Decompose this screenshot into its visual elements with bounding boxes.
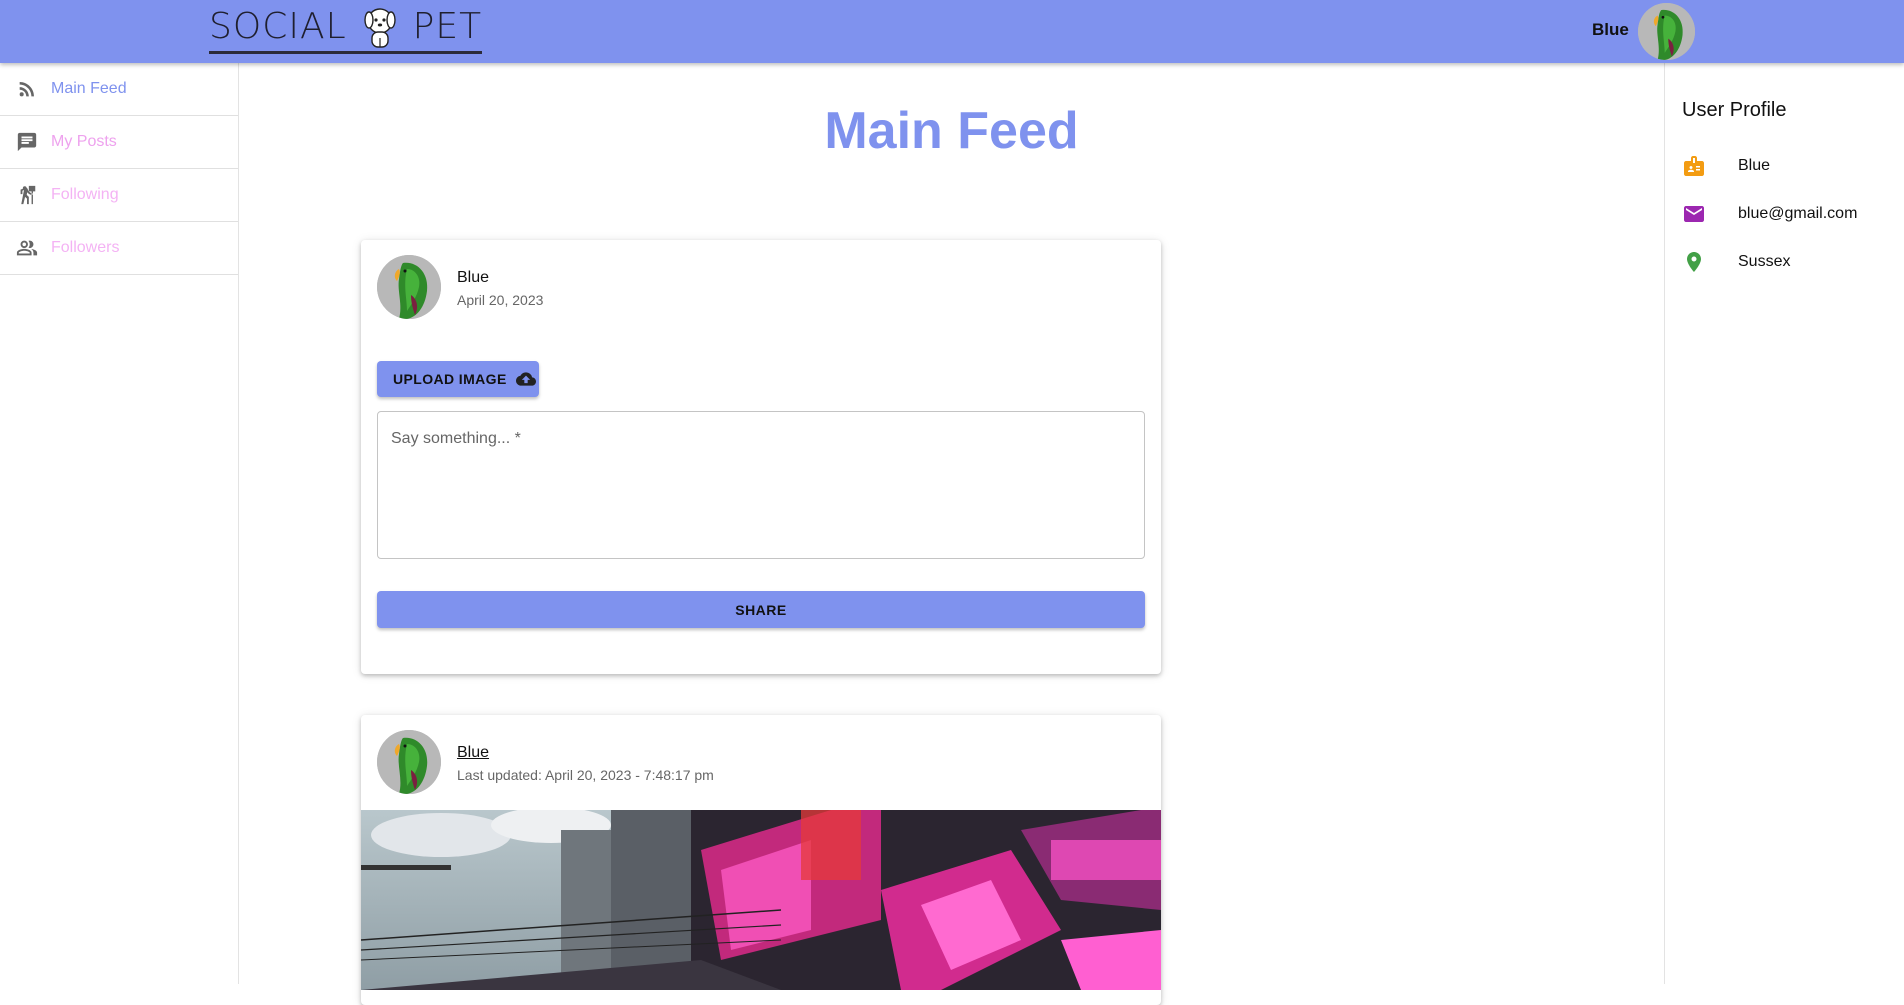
post-photo <box>361 810 1161 990</box>
upload-image-label: UPLOAD IMAGE <box>393 371 507 387</box>
sidebar: Main Feed My Posts Following Followers <box>0 63 239 984</box>
sidebar-item-label: My Posts <box>51 133 117 150</box>
post-updated: Last updated: April 20, 2023 - 7:48:17 p… <box>457 767 714 783</box>
sidebar-item-label: Main Feed <box>51 80 127 97</box>
profile-email: blue@gmail.com <box>1738 205 1858 222</box>
upload-image-button[interactable]: UPLOAD IMAGE <box>377 361 539 397</box>
avatar[interactable] <box>377 730 441 794</box>
post-text-input[interactable]: Say something... * <box>377 411 1145 559</box>
rss-feed-icon <box>19 82 34 97</box>
cloud-upload-icon <box>515 372 536 386</box>
avatar[interactable] <box>377 255 441 319</box>
composer-date: April 20, 2023 <box>457 292 544 308</box>
people-icon <box>16 240 38 256</box>
parrot-avatar-image <box>1638 3 1695 60</box>
chat-icon <box>17 132 37 152</box>
sidebar-item-main-feed[interactable]: Main Feed <box>0 63 238 116</box>
sidebar-item-followers[interactable]: Followers <box>0 222 238 275</box>
page-title: Main Feed <box>824 102 1079 160</box>
logo-text-left: SOCIAL <box>209 6 347 47</box>
logo[interactable]: SOCIAL PET <box>209 4 483 54</box>
profile-location: Sussex <box>1738 253 1791 270</box>
profile-title: User Profile <box>1682 99 1787 121</box>
header-avatar[interactable] <box>1638 3 1695 60</box>
location-pin-icon <box>1687 252 1701 272</box>
profile-name: Blue <box>1738 157 1771 174</box>
post-header: Blue Last updated: April 20, 2023 - 7:48… <box>361 715 1161 795</box>
follow-the-signs-icon <box>20 185 36 205</box>
profile-email-row: blue@gmail.com <box>1682 202 1857 226</box>
share-button[interactable]: SHARE <box>377 591 1145 628</box>
profile-location-row: Sussex <box>1682 250 1790 274</box>
post-card: Blue Last updated: April 20, 2023 - 7:48… <box>361 715 1161 1005</box>
sidebar-item-my-posts[interactable]: My Posts <box>0 116 238 169</box>
dog-logo-icon <box>363 7 396 48</box>
parrot-avatar-image <box>377 730 441 794</box>
badge-icon <box>1684 156 1704 176</box>
logo-text-right: PET <box>412 6 483 47</box>
profile-name-row: Blue <box>1682 154 1770 178</box>
post-image[interactable] <box>361 810 1161 990</box>
main-content: Main Feed Blue April 20, 2023 UPLOAD IMA… <box>239 63 1664 1005</box>
app-bar: SOCIAL PET Blue <box>0 0 1904 63</box>
user-profile-panel: User Profile Blue blue@gmail.com Sussex <box>1664 63 1904 984</box>
share-label: SHARE <box>735 601 787 618</box>
sidebar-item-following[interactable]: Following <box>0 169 238 222</box>
post-composer-card: Blue April 20, 2023 UPLOAD IMAGE Say som… <box>361 240 1161 674</box>
parrot-avatar-image <box>377 255 441 319</box>
post-author-link[interactable]: Blue <box>457 744 489 762</box>
sidebar-item-label: Followers <box>51 239 120 256</box>
post-text-placeholder: Say something... * <box>391 430 521 447</box>
header-user-name: Blue <box>1592 20 1629 39</box>
composer-user-name: Blue <box>457 269 490 286</box>
sidebar-item-label: Following <box>51 186 119 203</box>
mail-icon <box>1684 206 1704 222</box>
composer-header: Blue April 20, 2023 <box>361 240 1161 320</box>
